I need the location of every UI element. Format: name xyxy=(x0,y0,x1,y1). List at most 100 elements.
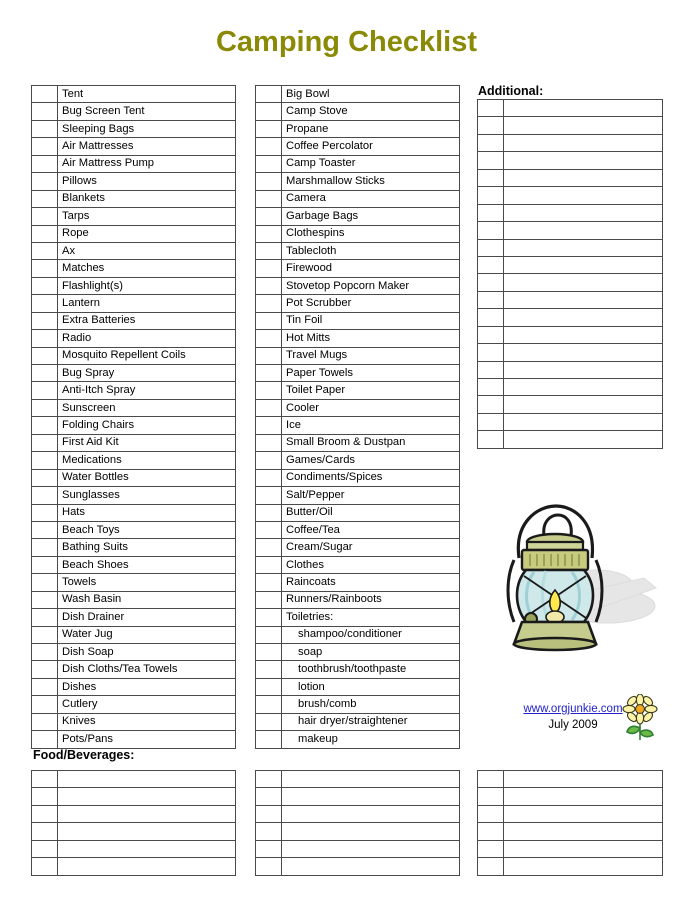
additional-checkbox-1[interactable] xyxy=(477,116,504,135)
kitchen-checkbox-14[interactable] xyxy=(255,329,282,348)
kitchen-checkbox-21[interactable] xyxy=(255,451,282,470)
kitchen-checkbox-0[interactable] xyxy=(255,84,282,104)
gear-checkbox-26[interactable] xyxy=(31,538,58,557)
kitchen-checkbox-15[interactable] xyxy=(255,346,282,366)
kitchen-checkbox-3[interactable] xyxy=(255,137,282,156)
food2-checkbox-2[interactable] xyxy=(255,804,282,824)
kitchen-checkbox-11[interactable] xyxy=(255,276,282,296)
additional-checkbox-4[interactable] xyxy=(477,168,504,188)
kitchen-checkbox-24[interactable] xyxy=(255,503,282,522)
food2-checkbox-0[interactable] xyxy=(255,769,282,789)
kitchen-checkbox-5[interactable] xyxy=(255,172,282,191)
food3-checkbox-1[interactable] xyxy=(477,787,504,806)
gear-checkbox-35[interactable] xyxy=(31,695,58,714)
gear-checkbox-34[interactable] xyxy=(31,677,58,697)
additional-checkbox-9[interactable] xyxy=(477,255,504,275)
gear-checkbox-33[interactable] xyxy=(31,660,58,679)
additional-checkbox-10[interactable] xyxy=(477,273,504,292)
food3-checkbox-0[interactable] xyxy=(477,769,504,789)
gear-checkbox-25[interactable] xyxy=(31,520,58,540)
additional-checkbox-11[interactable] xyxy=(477,290,504,310)
food3-checkbox-2[interactable] xyxy=(477,804,504,824)
gear-checkbox-4[interactable] xyxy=(31,154,58,174)
kitchen-checkbox-36[interactable] xyxy=(255,712,282,732)
food1-checkbox-5[interactable] xyxy=(31,857,58,876)
kitchen-checkbox-2[interactable] xyxy=(255,119,282,139)
kitchen-checkbox-16[interactable] xyxy=(255,363,282,383)
kitchen-checkbox-8[interactable] xyxy=(255,224,282,243)
food1-checkbox-1[interactable] xyxy=(31,787,58,806)
gear-checkbox-1[interactable] xyxy=(31,102,58,121)
food1-checkbox-3[interactable] xyxy=(31,822,58,841)
kitchen-checkbox-22[interactable] xyxy=(255,468,282,488)
kitchen-checkbox-29[interactable] xyxy=(255,590,282,610)
food1-checkbox-2[interactable] xyxy=(31,804,58,824)
kitchen-checkbox-6[interactable] xyxy=(255,189,282,209)
gear-checkbox-18[interactable] xyxy=(31,398,58,418)
kitchen-checkbox-27[interactable] xyxy=(255,555,282,575)
kitchen-checkbox-25[interactable] xyxy=(255,520,282,540)
food2-checkbox-3[interactable] xyxy=(255,822,282,841)
gear-checkbox-27[interactable] xyxy=(31,555,58,575)
kitchen-checkbox-4[interactable] xyxy=(255,154,282,174)
kitchen-checkbox-17[interactable] xyxy=(255,381,282,400)
additional-checkbox-15[interactable] xyxy=(477,360,504,380)
kitchen-checkbox-32[interactable] xyxy=(255,642,282,662)
food1-checkbox-0[interactable] xyxy=(31,769,58,789)
kitchen-checkbox-33[interactable] xyxy=(255,660,282,679)
gear-checkbox-37[interactable] xyxy=(31,730,58,749)
gear-checkbox-19[interactable] xyxy=(31,416,58,435)
additional-checkbox-3[interactable] xyxy=(477,151,504,170)
kitchen-checkbox-20[interactable] xyxy=(255,433,282,453)
gear-checkbox-28[interactable] xyxy=(31,573,58,592)
gear-checkbox-32[interactable] xyxy=(31,642,58,662)
food3-checkbox-5[interactable] xyxy=(477,857,504,876)
kitchen-checkbox-28[interactable] xyxy=(255,573,282,592)
gear-checkbox-5[interactable] xyxy=(31,172,58,191)
gear-checkbox-15[interactable] xyxy=(31,346,58,366)
gear-checkbox-11[interactable] xyxy=(31,276,58,296)
additional-checkbox-5[interactable] xyxy=(477,186,504,205)
additional-checkbox-7[interactable] xyxy=(477,221,504,240)
gear-checkbox-22[interactable] xyxy=(31,468,58,488)
food2-checkbox-4[interactable] xyxy=(255,839,282,859)
kitchen-checkbox-35[interactable] xyxy=(255,695,282,714)
additional-checkbox-6[interactable] xyxy=(477,203,504,223)
kitchen-checkbox-10[interactable] xyxy=(255,259,282,278)
gear-checkbox-12[interactable] xyxy=(31,294,58,313)
gear-checkbox-6[interactable] xyxy=(31,189,58,209)
food2-checkbox-1[interactable] xyxy=(255,787,282,806)
additional-checkbox-18[interactable] xyxy=(477,412,504,432)
gear-checkbox-29[interactable] xyxy=(31,590,58,610)
additional-checkbox-2[interactable] xyxy=(477,133,504,153)
gear-checkbox-10[interactable] xyxy=(31,259,58,278)
food3-checkbox-4[interactable] xyxy=(477,839,504,859)
gear-checkbox-13[interactable] xyxy=(31,311,58,331)
gear-checkbox-0[interactable] xyxy=(31,84,58,104)
gear-checkbox-17[interactable] xyxy=(31,381,58,400)
gear-checkbox-31[interactable] xyxy=(31,625,58,645)
additional-checkbox-8[interactable] xyxy=(477,238,504,257)
gear-checkbox-24[interactable] xyxy=(31,503,58,522)
kitchen-checkbox-7[interactable] xyxy=(255,207,282,226)
kitchen-checkbox-18[interactable] xyxy=(255,398,282,418)
additional-checkbox-13[interactable] xyxy=(477,325,504,345)
additional-checkbox-0[interactable] xyxy=(477,98,504,118)
gear-checkbox-23[interactable] xyxy=(31,486,58,505)
kitchen-checkbox-12[interactable] xyxy=(255,294,282,313)
gear-checkbox-8[interactable] xyxy=(31,224,58,243)
kitchen-checkbox-34[interactable] xyxy=(255,677,282,697)
kitchen-checkbox-23[interactable] xyxy=(255,486,282,505)
kitchen-checkbox-1[interactable] xyxy=(255,102,282,121)
kitchen-checkbox-26[interactable] xyxy=(255,538,282,557)
kitchen-checkbox-19[interactable] xyxy=(255,416,282,435)
kitchen-checkbox-30[interactable] xyxy=(255,608,282,627)
gear-checkbox-2[interactable] xyxy=(31,119,58,139)
gear-checkbox-16[interactable] xyxy=(31,363,58,383)
gear-checkbox-36[interactable] xyxy=(31,712,58,732)
gear-checkbox-3[interactable] xyxy=(31,137,58,156)
food3-checkbox-3[interactable] xyxy=(477,822,504,841)
gear-checkbox-20[interactable] xyxy=(31,433,58,453)
food2-checkbox-5[interactable] xyxy=(255,857,282,876)
gear-checkbox-30[interactable] xyxy=(31,608,58,627)
